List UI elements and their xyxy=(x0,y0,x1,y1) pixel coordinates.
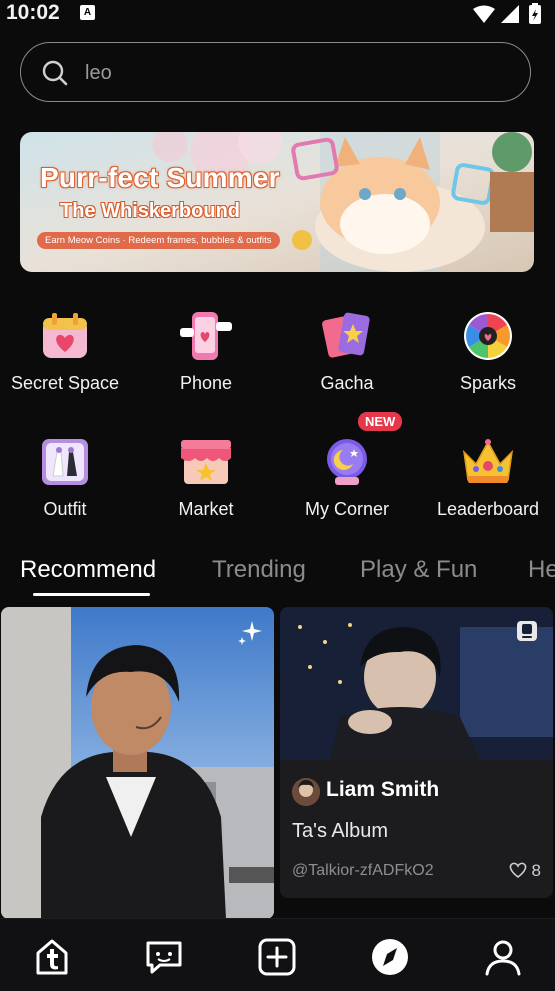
profile-icon[interactable] xyxy=(483,937,523,977)
tab-trending[interactable]: Trending xyxy=(212,556,306,584)
search-bar[interactable] xyxy=(20,42,531,102)
home-icon[interactable] xyxy=(32,937,72,977)
promo-banner[interactable]: Purr-fect Summer The Whiskerbound Earn M… xyxy=(20,132,534,272)
tab-partial[interactable]: He xyxy=(528,556,555,584)
album-card-image[interactable] xyxy=(280,607,553,760)
feature-label: My Corner xyxy=(304,499,389,519)
feature-sparks[interactable]: Sparks xyxy=(423,310,553,394)
banner-subtitle: The Whiskerbound xyxy=(60,200,240,222)
feature-label: Secret Space xyxy=(10,373,120,393)
album-card-info[interactable]: Liam Smith Ta's Album @Talkior-zfADFkO2 … xyxy=(280,760,553,898)
cards-icon xyxy=(322,312,370,358)
chat-icon[interactable] xyxy=(144,937,184,977)
feed-tabs: Recommend Trending Play & Fun He xyxy=(0,552,555,592)
avatar xyxy=(292,778,320,806)
calendar-heart-icon xyxy=(43,313,87,358)
sparkle-icon xyxy=(238,621,262,645)
avatar-image xyxy=(292,778,320,806)
clock: 10:02 xyxy=(6,1,60,24)
system-status-icons xyxy=(473,3,541,24)
outfit-icon xyxy=(42,439,88,485)
feature-phone[interactable]: Phone xyxy=(141,310,271,394)
feature-label: Leaderboard xyxy=(436,499,540,519)
feature-my-corner[interactable]: My Corner xyxy=(282,436,412,520)
like-count-value: 8 xyxy=(531,861,541,880)
album-icon xyxy=(517,621,537,641)
tab-recommend[interactable]: Recommend xyxy=(20,556,156,584)
author-handle: @Talkior-zfADFkO2 xyxy=(292,862,434,879)
banner-title: Purr-fect Summer xyxy=(40,162,280,193)
feature-market[interactable]: Market xyxy=(141,436,271,520)
create-icon[interactable] xyxy=(257,937,297,977)
explore-icon[interactable] xyxy=(370,937,410,977)
feature-leaderboard[interactable]: Leaderboard xyxy=(423,436,553,520)
feature-label: Phone xyxy=(179,373,233,393)
search-input[interactable] xyxy=(83,57,487,89)
tab-play-fun[interactable]: Play & Fun xyxy=(360,556,477,584)
feature-outfit[interactable]: Outfit xyxy=(0,436,130,520)
crown-icon xyxy=(462,439,514,483)
feature-secret-space[interactable]: Secret Space xyxy=(0,310,130,394)
like-count[interactable]: 8 xyxy=(508,861,541,881)
feature-gacha[interactable]: Gacha xyxy=(282,310,412,394)
search-icon xyxy=(42,60,68,86)
status-bar: 10:02 A xyxy=(0,0,555,28)
feature-label: Outfit xyxy=(43,499,87,519)
new-badge: NEW xyxy=(358,412,403,431)
phone-icon xyxy=(180,312,232,360)
album-cover xyxy=(280,607,553,760)
feature-label: Gacha xyxy=(320,373,374,393)
active-tab-indicator xyxy=(33,593,150,596)
character-card[interactable] xyxy=(1,607,274,919)
banner-caption: Earn Meow Coins · Redeem frames, bubbles… xyxy=(37,232,280,249)
feature-label: Market xyxy=(178,499,234,519)
heart-icon xyxy=(509,862,526,879)
crystal-ball-icon xyxy=(327,439,367,485)
album-title: Ta's Album xyxy=(292,820,389,842)
sparks-wheel-icon xyxy=(464,312,512,360)
notification-icon: A xyxy=(80,5,95,20)
feature-label: Sparks xyxy=(459,373,517,393)
character-portrait xyxy=(1,607,274,919)
author-name: Liam Smith xyxy=(326,778,440,801)
market-icon xyxy=(181,440,231,484)
bottom-nav xyxy=(0,918,555,991)
